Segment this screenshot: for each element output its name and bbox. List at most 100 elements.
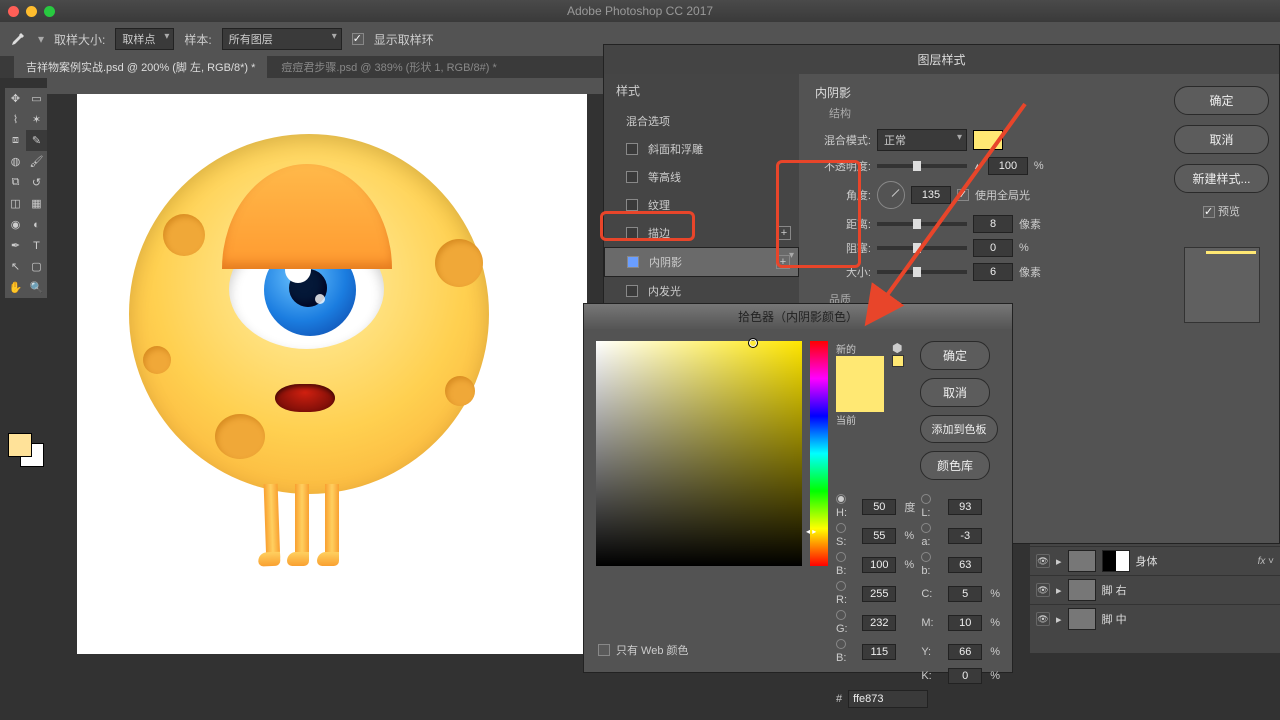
ok-button[interactable]: 确定: [1174, 86, 1269, 115]
hand-tool[interactable]: ✋: [5, 277, 26, 298]
cp-cancel-button[interactable]: 取消: [920, 378, 990, 407]
preview-checkbox[interactable]: [1203, 206, 1215, 218]
l-radio[interactable]: [921, 494, 931, 504]
close-icon[interactable]: [8, 6, 19, 17]
type-tool[interactable]: T: [26, 235, 47, 256]
angle-dial[interactable]: [877, 181, 905, 209]
hex-input[interactable]: [848, 690, 928, 708]
web-colors-checkbox[interactable]: [598, 644, 610, 656]
current-color-swatch[interactable]: [836, 384, 884, 412]
h-input[interactable]: [862, 499, 896, 515]
l-input[interactable]: [948, 499, 982, 515]
sample-size-select[interactable]: 取样点: [115, 28, 174, 50]
show-sample-ring-checkbox[interactable]: [352, 33, 364, 45]
opacity-input[interactable]: [988, 157, 1028, 175]
a-input[interactable]: [948, 528, 982, 544]
layer-row[interactable]: 👁▸身体fx ˅: [1030, 546, 1280, 575]
size-label: 大小:: [815, 264, 871, 280]
add-swatch-button[interactable]: 添加到色板: [920, 415, 998, 443]
path-tool[interactable]: ↖: [5, 256, 26, 277]
hue-slider[interactable]: ◂ ▸: [810, 341, 828, 566]
zoom-tool[interactable]: 🔍: [26, 277, 47, 298]
bv-input[interactable]: [862, 557, 896, 573]
cp-ok-button[interactable]: 确定: [920, 341, 990, 370]
y-input[interactable]: [948, 644, 982, 660]
shadow-color-swatch[interactable]: [973, 130, 1003, 150]
magic-wand-tool[interactable]: ✶: [26, 109, 47, 130]
visibility-icon[interactable]: 👁: [1036, 554, 1050, 568]
size-input[interactable]: [973, 263, 1013, 281]
visibility-icon[interactable]: 👁: [1036, 612, 1050, 626]
choke-input[interactable]: [973, 239, 1013, 257]
color-picker-title: 拾色器（内阴影颜色）: [584, 304, 1012, 329]
layer-row[interactable]: 👁▸脚 右: [1030, 575, 1280, 604]
cancel-button[interactable]: 取消: [1174, 125, 1269, 154]
sample-layers-select[interactable]: 所有图层: [222, 28, 342, 50]
effect-内阴影[interactable]: 内阴影+: [604, 247, 799, 277]
effect-斜面和浮雕[interactable]: 斜面和浮雕: [604, 135, 799, 163]
c-input[interactable]: [948, 586, 982, 602]
eraser-tool[interactable]: ◫: [5, 193, 26, 214]
m-input[interactable]: [948, 615, 982, 631]
zoom-icon[interactable]: [44, 6, 55, 17]
blending-options-row[interactable]: 混合选项: [604, 107, 799, 135]
k-input[interactable]: [948, 668, 982, 684]
color-libraries-button[interactable]: 颜色库: [920, 451, 990, 480]
document-canvas[interactable]: [77, 94, 587, 654]
stamp-tool[interactable]: ⧉: [5, 172, 26, 193]
g-input[interactable]: [862, 615, 896, 631]
global-light-checkbox[interactable]: [957, 189, 969, 201]
gradient-tool[interactable]: ▦: [26, 193, 47, 214]
eyedropper-tool[interactable]: ✎: [26, 130, 47, 151]
app-title: Adobe Photoshop CC 2017: [567, 4, 713, 18]
effect-等高线[interactable]: 等高线: [604, 163, 799, 191]
shape-tool[interactable]: ▢: [26, 256, 47, 277]
opacity-slider[interactable]: [877, 164, 967, 168]
layer-row[interactable]: 👁▸脚 中: [1030, 604, 1280, 633]
crop-tool[interactable]: ⧈: [5, 130, 26, 151]
bc-input[interactable]: [862, 644, 896, 660]
eyedropper-icon[interactable]: [8, 29, 28, 49]
r-input[interactable]: [862, 586, 896, 602]
healing-tool[interactable]: ◍: [5, 151, 26, 172]
brush-tool[interactable]: 🖌: [26, 151, 47, 172]
history-brush-tool[interactable]: ↺: [26, 172, 47, 193]
bc-radio[interactable]: [836, 639, 846, 649]
lab-b-radio[interactable]: [921, 552, 931, 562]
foreground-color[interactable]: [8, 433, 32, 457]
doc-tab-inactive[interactable]: 痘痘君步骤.psd @ 389% (形状 1, RGB/8#) *: [269, 56, 508, 78]
effect-preview: [1184, 247, 1260, 323]
r-radio[interactable]: [836, 581, 846, 591]
angle-input[interactable]: [911, 186, 951, 204]
lab-b-input[interactable]: [948, 557, 982, 573]
choke-slider[interactable]: [877, 246, 967, 250]
saturation-value-field[interactable]: [596, 341, 802, 566]
effect-描边[interactable]: 描边+: [604, 219, 799, 247]
marquee-tool[interactable]: ▭: [26, 88, 47, 109]
g-radio[interactable]: [836, 610, 846, 620]
h-radio[interactable]: [836, 494, 846, 504]
color-swatches[interactable]: [8, 433, 32, 481]
effect-纹理[interactable]: 纹理: [604, 191, 799, 219]
size-slider[interactable]: [877, 270, 967, 274]
distance-slider[interactable]: [877, 222, 967, 226]
s-radio[interactable]: [836, 523, 846, 533]
window-controls[interactable]: [8, 6, 55, 17]
section-title: 内阴影: [815, 84, 1148, 101]
minimize-icon[interactable]: [26, 6, 37, 17]
s-input[interactable]: [862, 528, 896, 544]
a-radio[interactable]: [921, 523, 931, 533]
doc-tab-active[interactable]: 吉祥物案例实战.psd @ 200% (脚 左, RGB/8*) *: [14, 56, 267, 78]
blend-mode-select[interactable]: 正常: [877, 129, 967, 151]
pen-tool[interactable]: ✒: [5, 235, 26, 256]
distance-input[interactable]: [973, 215, 1013, 233]
dialog-buttons: 确定 取消 新建样式... 预览: [1164, 74, 1279, 544]
move-tool[interactable]: ✥: [5, 88, 26, 109]
blur-tool[interactable]: ◉: [5, 214, 26, 235]
b-radio[interactable]: [836, 552, 846, 562]
new-style-button[interactable]: 新建样式...: [1174, 164, 1269, 193]
lasso-tool[interactable]: ⌇: [5, 109, 26, 130]
visibility-icon[interactable]: 👁: [1036, 583, 1050, 597]
effect-内发光[interactable]: 内发光: [604, 277, 799, 305]
dodge-tool[interactable]: ◐: [26, 214, 47, 235]
